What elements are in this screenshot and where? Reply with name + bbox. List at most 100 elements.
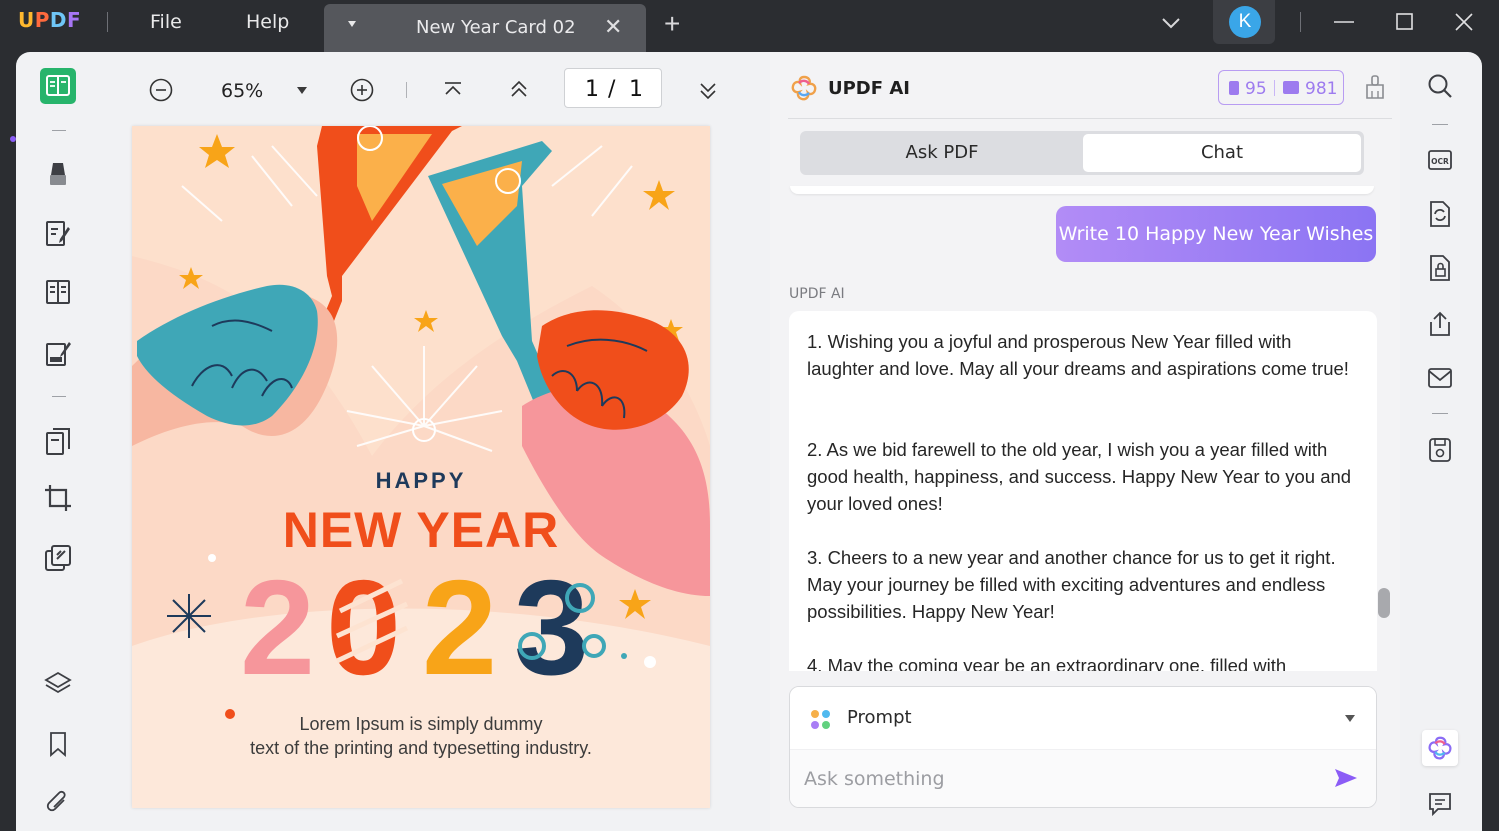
chat-scrollbar[interactable] [1378,588,1390,618]
card-new-year-text: NEW YEAR [282,502,560,558]
ai-assistant-panel: UPDF AI 95 981 Ask PDF Chat Write 10 Hap… [770,52,1400,831]
card-happy-text: HAPPY [375,468,467,493]
protect-icon [45,545,71,571]
clear-chat-brush-icon[interactable] [1364,74,1386,100]
pdf-page[interactable]: 2 0 2 3 HAPPY NEW YEAR Lorem Ipsum is si… [132,126,710,808]
reader-mode-button[interactable] [40,68,76,104]
new-tab-button[interactable]: + [664,10,680,38]
edit-pdf-button[interactable] [40,216,76,252]
document-area: 65% 1 / 1 2 0 2 3 HAPPY NEW YEAR Lorem I… [100,52,770,831]
chat-credits: 981 [1305,79,1338,99]
title-divider-2 [1300,12,1301,32]
edit-text-icon [46,221,70,246]
tab-ask-pdf[interactable]: Ask PDF [803,134,1081,172]
ocr-icon: OCR [1428,150,1452,170]
updf-ai-button[interactable] [1422,730,1458,766]
layers-icon [44,671,72,694]
app-logo[interactable]: UPDF [18,8,81,32]
zoom-dropdown-icon[interactable] [297,87,307,94]
zoom-level[interactable]: 65% [221,80,263,102]
menu-help[interactable]: Help [246,11,289,33]
logo-letter-u: U [18,8,35,32]
send-icon[interactable] [1333,767,1359,789]
save-icon [1429,438,1451,462]
document-tab[interactable]: New Year Card 02 ✕ [324,4,646,52]
prompt-selector[interactable]: Prompt [790,687,1376,749]
logo-letter-f: F [67,8,82,32]
card-body-line-2: text of the printing and typesetting ind… [250,738,592,758]
prompt-dots-icon [811,710,830,729]
updf-ai-icon [1428,736,1452,760]
email-icon [1428,368,1452,388]
doc-credits: 95 [1245,79,1267,99]
organize-pages-button[interactable] [40,274,76,310]
save-button[interactable] [1422,432,1458,468]
ai-credits-badge[interactable]: 95 981 [1218,70,1344,105]
prompt-dropdown-icon[interactable] [1345,715,1355,722]
svg-text:OCR: OCR [1431,157,1449,166]
logo-letter-p: P [34,8,50,32]
avatar[interactable]: K [1229,6,1261,38]
ai-response-label: UPDF AI [789,286,845,302]
email-button[interactable] [1422,360,1458,396]
previous-page-icon[interactable] [506,77,532,103]
card-illustration: 2 0 2 3 [132,126,710,808]
search-icon [1428,74,1452,98]
account-area[interactable]: K [1213,0,1275,44]
response-paragraph-1: 1. Wishing you a joyful and prosperous N… [807,331,1349,379]
page-number-box[interactable]: 1 / 1 [564,68,662,108]
response-paragraph-3: 3. Cheers to a new year and another chan… [807,547,1336,622]
crop-button[interactable] [40,480,76,516]
bookmark-button[interactable] [40,726,76,762]
attachment-icon [46,790,66,812]
protect-file-button[interactable] [1422,250,1458,286]
comment-tool-button[interactable] [40,156,76,192]
attachment-button[interactable] [40,786,76,822]
digit-2-second: 2 [422,552,497,703]
convert-icon [1430,201,1450,227]
ai-mode-tabs: Ask PDF Chat [800,131,1364,175]
zoom-in-icon[interactable] [349,77,375,103]
highlight-icon [50,163,66,185]
reader-icon [46,75,70,96]
share-icon [1430,311,1450,336]
tab-list-chevron-icon[interactable] [1160,12,1182,34]
fill-sign-button[interactable] [40,336,76,372]
menu-file[interactable]: File [150,11,182,33]
protect-button[interactable] [40,540,76,576]
close-tab-icon[interactable]: ✕ [604,14,622,40]
page-tools-button[interactable] [40,424,76,460]
rail-divider-right-2 [1432,413,1448,414]
response-paragraph-2: 2. As we bid farewell to the old year, I… [807,439,1352,514]
tab-dropdown-icon[interactable] [348,21,356,27]
convert-button[interactable] [1422,196,1458,232]
minimize-icon[interactable] [1332,10,1356,34]
maximize-icon[interactable] [1393,10,1417,34]
search-button[interactable] [1422,68,1458,104]
card-body-line-1: Lorem Ipsum is simply dummy [299,714,543,734]
next-page-icon[interactable] [695,77,721,103]
organize-pages-icon [46,280,70,304]
notification-dot [10,136,16,142]
credits-divider [1274,80,1275,96]
digit-2-first: 2 [240,552,315,703]
first-page-icon[interactable] [440,77,466,103]
ask-input[interactable] [804,764,1304,794]
current-page[interactable]: 1 [585,77,599,102]
panel-divider [788,118,1392,119]
page-tools-icon [46,428,70,455]
ai-response: 1. Wishing you a joyful and prosperous N… [789,311,1377,671]
protect-file-icon [1430,255,1450,281]
comment-list-button[interactable] [1422,786,1458,822]
close-window-icon[interactable] [1452,10,1476,34]
digit-0: 0 [326,552,401,703]
ocr-button[interactable]: OCR [1422,142,1458,178]
layers-button[interactable] [40,666,76,702]
zoom-out-icon[interactable] [148,77,174,103]
tab-chat[interactable]: Chat [1083,134,1361,172]
total-pages: 1 [629,77,643,102]
response-paragraph-4: 4. May the coming year be an extraordina… [807,655,1287,671]
share-button[interactable] [1422,306,1458,342]
digit-3: 3 [514,552,589,703]
crop-icon [45,485,71,511]
